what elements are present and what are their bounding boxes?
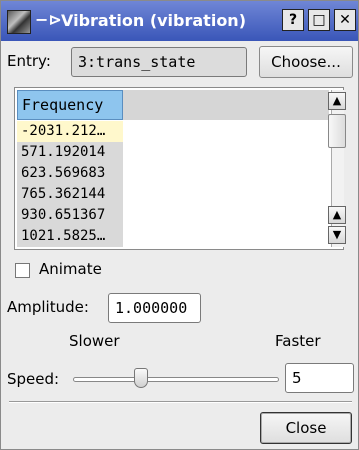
speed-slider-thumb[interactable]	[134, 368, 149, 388]
frequency-list[interactable]: Frequency -2031.212… 571.192014 623.5696…	[14, 87, 346, 250]
maximize-button[interactable]: □	[308, 9, 330, 31]
entry-label: Entry:	[7, 52, 51, 70]
help-button[interactable]: ?	[282, 9, 304, 31]
speed-value-field[interactable]: 5	[285, 363, 354, 393]
vertical-scrollbar[interactable]: ▲ ▲ ▼	[328, 90, 346, 247]
list-item[interactable]: 571.192014	[17, 142, 123, 163]
animate-checkbox[interactable]	[15, 263, 30, 278]
frequency-column-header[interactable]: Frequency	[17, 90, 123, 120]
entry-field[interactable]: 3:trans_state	[71, 47, 247, 77]
scroll-up-lower-icon[interactable]: ▲	[328, 206, 346, 224]
scrollbar-thumb[interactable]	[328, 114, 346, 148]
list-item[interactable]: 930.651367	[17, 205, 123, 226]
animate-label: Animate	[39, 260, 102, 278]
list-item[interactable]: 1021.5825…	[17, 226, 123, 247]
speed-slider[interactable]	[73, 377, 279, 382]
list-item[interactable]: -2031.212…	[17, 121, 123, 142]
scroll-up-icon[interactable]: ▲	[328, 92, 346, 110]
title-bar[interactable]: −⊳ Vibration (vibration) ? □ ✕	[1, 1, 358, 41]
speed-label: Speed:	[7, 370, 60, 388]
list-item[interactable]: 765.362144	[17, 184, 123, 205]
app-icon[interactable]	[7, 10, 31, 34]
choose-button[interactable]: Choose...	[259, 46, 353, 78]
list-item[interactable]: 623.569683	[17, 163, 123, 184]
separator	[9, 401, 352, 403]
close-window-button[interactable]: ✕	[334, 9, 356, 31]
vibration-window: −⊳ Vibration (vibration) ? □ ✕ Entry: 3:…	[0, 0, 359, 450]
scroll-down-icon[interactable]: ▼	[328, 226, 346, 244]
window-title: Vibration (vibration)	[61, 11, 247, 30]
close-button[interactable]: Close	[260, 412, 352, 444]
amplitude-label: Amplitude:	[7, 298, 89, 316]
slower-label: Slower	[69, 332, 120, 350]
faster-label: Faster	[275, 332, 321, 350]
amplitude-field[interactable]: 1.000000	[108, 293, 201, 323]
pin-icon[interactable]: −⊳	[35, 10, 62, 29]
